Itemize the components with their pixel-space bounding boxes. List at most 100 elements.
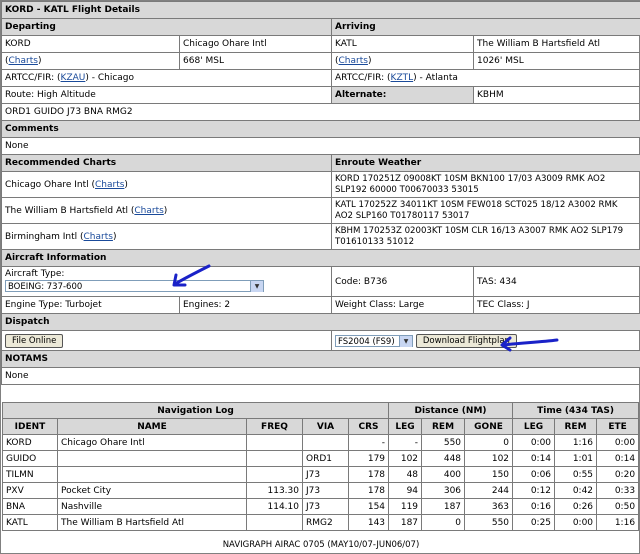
departing-artcc: ARTCC/FIR: (KZAU) - Chicago — [1, 69, 332, 87]
nav-cell: 179 — [347, 450, 390, 467]
recommended-chart-link[interactable]: Charts — [95, 180, 124, 190]
nav-cell: BNA — [2, 498, 58, 515]
engine-type: Engine Type: Turbojet — [1, 296, 180, 314]
nav-cell: 113.30 — [246, 482, 303, 499]
nav-cell: 0:55 — [554, 466, 598, 483]
nav-cell: 102 — [464, 450, 514, 467]
departing-icao: KORD — [1, 35, 180, 53]
annotation-arrow-icon — [172, 264, 211, 287]
file-online-button[interactable]: File Online — [5, 333, 64, 348]
nav-cell: - — [347, 434, 390, 451]
nav-column-header: NAME — [57, 418, 247, 435]
nav-table-row: BNA Nashville 114.10 J73 154 119 187 363 0:16 0:2… — [2, 498, 640, 515]
nav-cell: KATL — [2, 514, 58, 531]
distance-header: Distance (NM) — [388, 402, 514, 419]
airac-footer: NAVIGRAPH AIRAC 0705 (MAY10/07-JUN06/07) — [222, 540, 420, 550]
nav-cell: 0 — [421, 514, 466, 531]
flight-details-table: KORD - KATL Flight Details Departing Arr… — [0, 1, 640, 385]
arriving-charts-cell: (Charts) — [331, 52, 474, 70]
departing-charts-link[interactable]: Charts — [9, 56, 38, 66]
nav-cell: J73 — [302, 498, 349, 515]
nav-cell: 1:16 — [596, 514, 640, 531]
recommended-chart-link[interactable]: Charts — [84, 232, 113, 242]
download-cell: FS2004 (FS9) ▼ Download Flightplan — [330, 330, 640, 351]
nav-table-row: GUIDO ORD1 179 102 448 102 0:14 1:01 0:14 — [2, 450, 640, 467]
departing-artcc-link[interactable]: KZAU — [61, 73, 86, 83]
nav-column-header: GONE — [464, 418, 514, 435]
arriving-header: Arriving — [330, 18, 640, 36]
nav-column-header: VIA — [302, 418, 349, 435]
file-online-cell: File Online — [1, 330, 332, 351]
nav-table-row: TILMN J73 178 48 400 150 0:06 0:55 0:20 — [2, 466, 640, 483]
nav-cell: 0:14 — [596, 450, 640, 467]
arriving-name: The William B Hartsfield Atl — [472, 35, 640, 53]
arriving-artcc-link[interactable]: KZTL — [391, 73, 414, 83]
chevron-down-icon[interactable]: ▼ — [399, 335, 412, 347]
arriving-artcc: ARTCC/FIR: (KZTL) - Atlanta — [330, 69, 640, 87]
nav-cell: 0:42 — [554, 482, 598, 499]
nav-cell: 363 — [464, 498, 514, 515]
nav-cell: 244 — [464, 482, 514, 499]
nav-cell: 119 — [388, 498, 423, 515]
nav-column-header: LEG — [388, 418, 423, 435]
chevron-down-icon[interactable]: ▼ — [250, 281, 263, 292]
nav-column-header: IDENT — [2, 418, 58, 435]
annotation-arrow-icon — [500, 336, 559, 352]
nav-cell: 0:50 — [596, 498, 640, 515]
nav-cell: 306 — [421, 482, 466, 499]
notams-header: NOTAMS — [0, 350, 640, 368]
nav-cell: 0:00 — [512, 434, 556, 451]
comments-header: Comments — [0, 120, 640, 138]
nav-cell: 0:26 — [554, 498, 598, 515]
nav-cell: 0:00 — [554, 514, 598, 531]
nav-cell: KORD — [2, 434, 58, 451]
nav-cell: 0:33 — [596, 482, 640, 499]
weather-item-kbhm: KBHM 170253Z 02003KT 10SM CLR 16/13 A300… — [330, 223, 640, 250]
nav-cell: J73 — [302, 466, 349, 483]
nav-cell: 0:14 — [512, 450, 556, 467]
aircraft-type-select[interactable]: BOEING: 737-600 ▼ — [5, 280, 264, 292]
nav-cell: ORD1 — [302, 450, 349, 467]
nav-cell: 0:25 — [512, 514, 556, 531]
nav-column-header: FREQ — [246, 418, 303, 435]
weight-class: Weight Class: Large — [331, 296, 474, 314]
nav-cell — [57, 466, 247, 483]
nav-cell: 0:06 — [512, 466, 556, 483]
nav-cell: 187 — [388, 514, 423, 531]
aircraft-info-header: Aircraft Information — [0, 249, 640, 267]
nav-cell: The William B Hartsfield Atl — [57, 514, 247, 531]
weather-item-katl: KATL 170252Z 34011KT 10SM FEW018 SCT025 … — [330, 197, 640, 224]
nav-cell — [302, 434, 349, 451]
nav-cell: 154 — [347, 498, 390, 515]
nav-cell: 150 — [464, 466, 514, 483]
nav-cell — [246, 434, 303, 451]
enroute-weather-header: Enroute Weather — [330, 154, 640, 172]
navigation-log-table: Navigation Log Distance (NM) Time (434 T… — [1, 402, 640, 531]
nav-column-header: REM — [421, 418, 466, 435]
arriving-charts-link[interactable]: Charts — [339, 56, 368, 66]
nav-cell — [246, 466, 303, 483]
dispatch-header: Dispatch — [0, 313, 640, 331]
nav-cell: 187 — [421, 498, 466, 515]
tec-class: TEC Class: J — [472, 296, 640, 314]
engine-count: Engines: 2 — [179, 296, 332, 314]
nav-cell: 400 — [421, 466, 466, 483]
nav-cell: 48 — [388, 466, 423, 483]
nav-log-title: Navigation Log — [1, 402, 390, 419]
flightplan-format-select[interactable]: FS2004 (FS9) ▼ — [335, 334, 413, 347]
alternate-value: KBHM — [472, 86, 640, 104]
flight-details-page: KORD - KATL Flight Details Departing Arr… — [0, 0, 640, 554]
recommended-chart-link[interactable]: Charts — [134, 206, 163, 216]
page-title: KORD - KATL Flight Details — [0, 1, 640, 19]
departing-header: Departing — [1, 18, 332, 36]
recommended-chart-item: Chicago Ohare Intl (Charts) — [1, 171, 332, 198]
nav-cell: 178 — [347, 482, 390, 499]
nav-cell: 143 — [347, 514, 390, 531]
nav-cell: 94 — [388, 482, 423, 499]
time-header: Time (434 TAS) — [512, 402, 640, 419]
nav-cell: 1:16 — [554, 434, 598, 451]
nav-cell: Nashville — [57, 498, 247, 515]
nav-cell: 102 — [388, 450, 423, 467]
nav-table-row: PXV Pocket City 113.30 J73 178 94 306 244 0:12 0:… — [2, 482, 640, 499]
nav-cell: 114.10 — [246, 498, 303, 515]
